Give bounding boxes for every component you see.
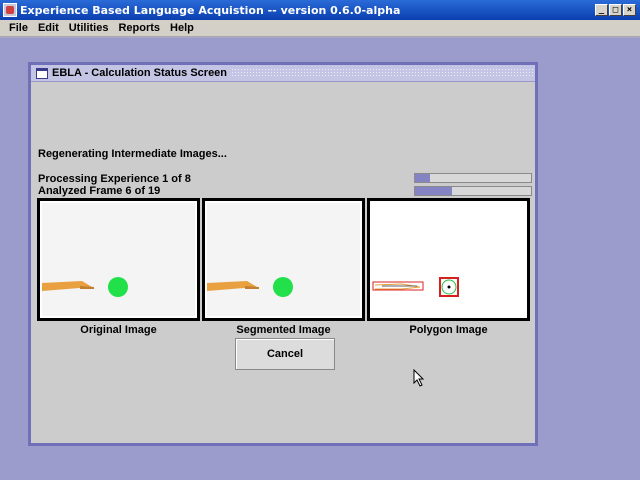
frame-progress-fill [415, 187, 452, 195]
frame-title-bar[interactable]: EBLA - Calculation Status Screen [31, 65, 535, 82]
window-title: Experience Based Language Acquistion -- … [20, 3, 401, 17]
segmented-image [207, 277, 293, 297]
frame-progress-bar [414, 186, 532, 196]
experience-progress-label: Processing Experience 1 of 8 [38, 173, 191, 185]
minimize-button[interactable]: _ [595, 4, 608, 16]
polygon-image-caption: Polygon Image [409, 324, 488, 336]
frame-progress-label: Analyzed Frame 6 of 19 [38, 185, 161, 197]
segmented-image-panel [202, 198, 365, 321]
calculation-status-frame: EBLA - Calculation Status Screen Regener… [28, 62, 538, 446]
menu-help[interactable]: Help [165, 22, 199, 34]
polygon-image [372, 277, 459, 297]
experience-progress-fill [415, 174, 430, 182]
original-image-caption: Original Image [80, 324, 157, 336]
app-icon [3, 3, 17, 17]
frame-icon [36, 67, 48, 79]
menu-reports[interactable]: Reports [113, 22, 165, 34]
polygon-image-panel [367, 198, 530, 321]
menu-bar: File Edit Utilities Reports Help [0, 20, 640, 37]
experience-progress-bar [414, 173, 532, 183]
close-button[interactable]: × [623, 4, 636, 16]
original-image [42, 277, 128, 297]
segmented-image-caption: Segmented Image [236, 324, 331, 336]
window-title-bar: Experience Based Language Acquistion -- … [0, 0, 640, 20]
cancel-button[interactable]: Cancel [235, 338, 335, 370]
maximize-button[interactable]: □ [609, 4, 622, 16]
frame-title: EBLA - Calculation Status Screen [52, 67, 228, 79]
menu-edit[interactable]: Edit [33, 22, 64, 34]
status-message: Regenerating Intermediate Images... [38, 148, 227, 160]
title-grip [231, 68, 533, 78]
menu-file[interactable]: File [4, 22, 33, 34]
menu-utilities[interactable]: Utilities [64, 22, 114, 34]
mouse-cursor-icon [413, 369, 425, 387]
original-image-panel [37, 198, 200, 321]
